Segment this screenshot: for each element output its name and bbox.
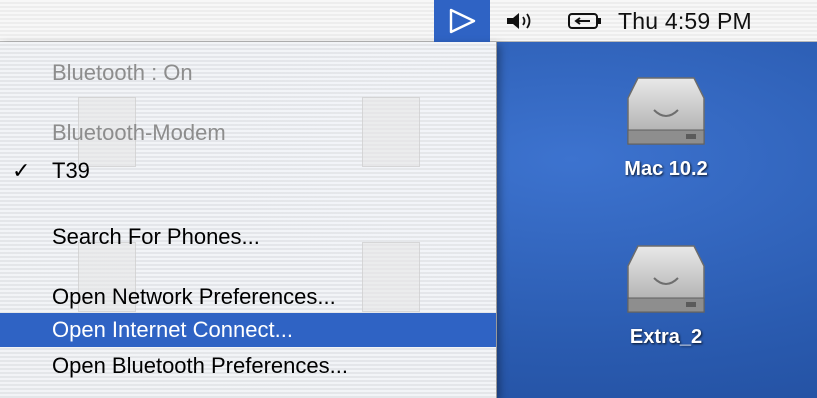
menu-item-t39[interactable]: ✓ T39 — [0, 154, 496, 188]
bluetooth-menu: Bluetooth : On Bluetooth-Modem ✓ T39 Sea… — [0, 42, 497, 398]
menu-item-bluetooth-status: Bluetooth : On — [52, 60, 193, 85]
menu-item-open-bluetooth-preferences[interactable]: Open Bluetooth Preferences... — [0, 349, 496, 383]
desktop-icon-extra-2[interactable]: Extra_2 — [620, 238, 712, 349]
volume-menu-extra[interactable] — [500, 0, 540, 42]
menu-item-open-network-preferences[interactable]: Open Network Preferences... — [0, 280, 496, 314]
menu-item-open-internet-connect[interactable]: Open Internet Connect... — [0, 313, 496, 347]
desktop-icon-label: Extra_2 — [629, 326, 703, 348]
bluetooth-menu-extra[interactable] — [434, 0, 490, 42]
checkmark-icon: ✓ — [12, 158, 31, 183]
bluetooth-icon — [449, 8, 476, 34]
menu-bar: Thu 4:59 PM — [0, 0, 817, 42]
battery-menu-extra[interactable] — [560, 0, 612, 42]
menu-item-search-for-phones[interactable]: Search For Phones... — [0, 220, 496, 254]
hard-drive-icon — [627, 77, 705, 145]
desktop-icon-label: Mac 10.2 — [624, 158, 708, 180]
volume-icon — [507, 13, 531, 29]
menu-item-label: T39 — [52, 158, 90, 183]
hard-drive-icon — [627, 245, 705, 313]
desktop-icon-mac-10-2[interactable]: Mac 10.2 — [620, 70, 712, 181]
menu-item-bluetooth-modem: Bluetooth-Modem — [52, 120, 226, 145]
menu-bar-clock[interactable]: Thu 4:59 PM — [618, 0, 752, 42]
battery-icon — [568, 13, 601, 29]
